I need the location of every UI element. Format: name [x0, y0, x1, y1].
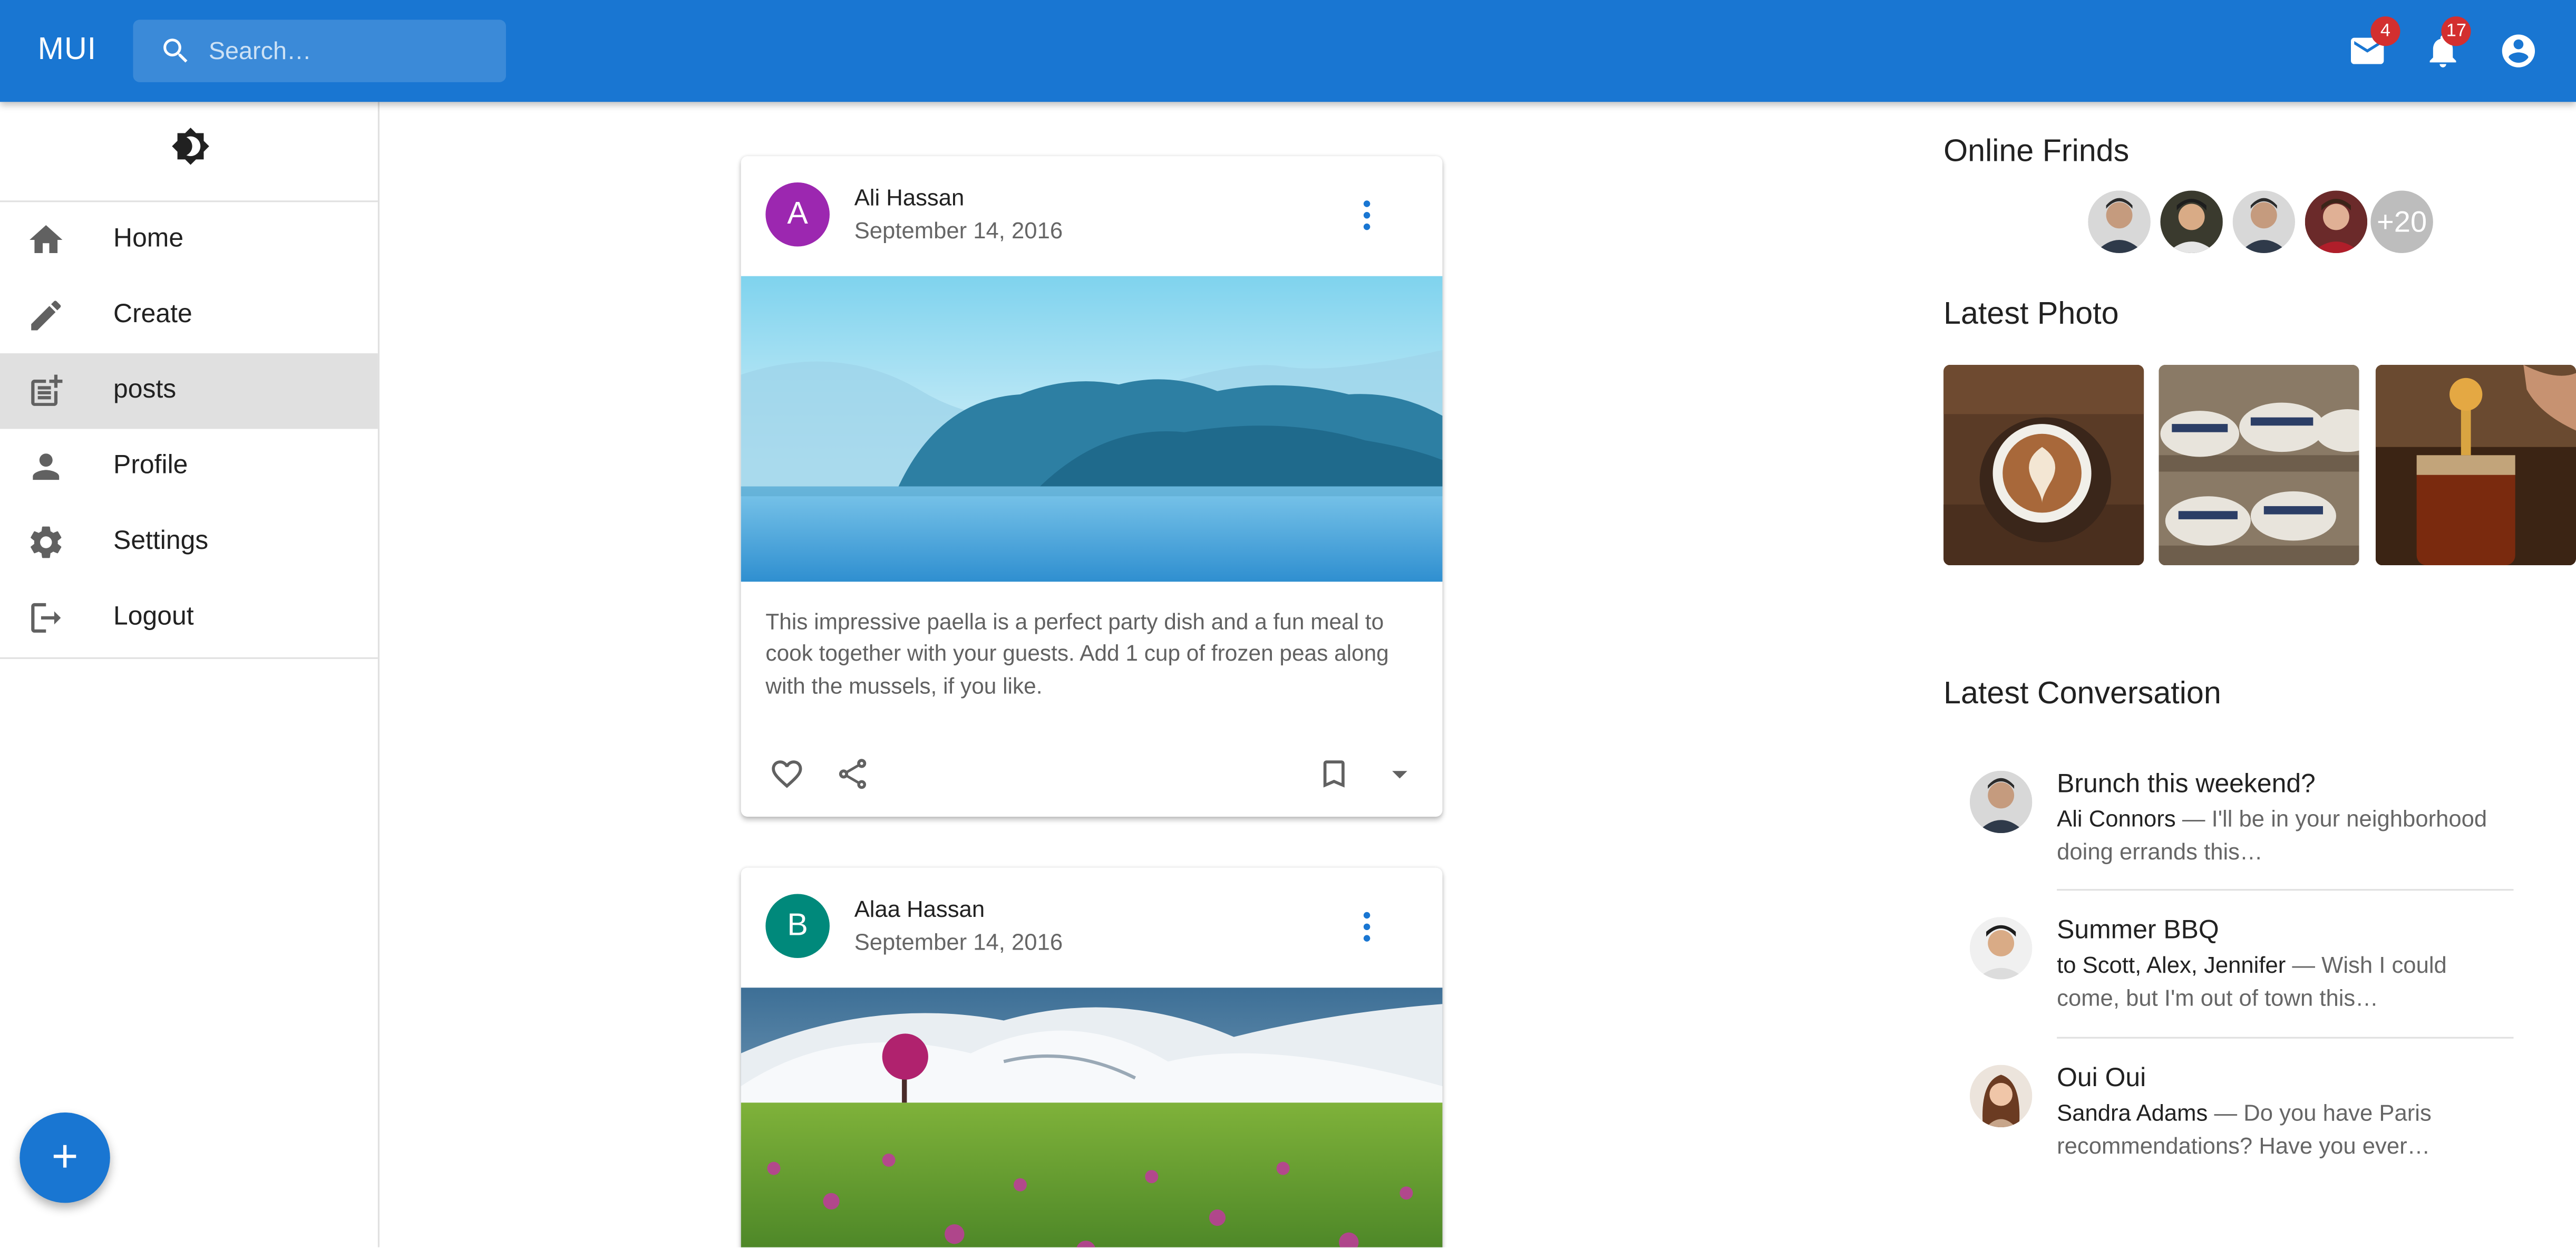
home-icon [30, 225, 63, 253]
author-avatar: A [765, 182, 830, 247]
conversation-divider [2057, 889, 2514, 891]
friend-avatar[interactable] [2157, 187, 2227, 257]
conversation-sender: Ali Connors [2057, 805, 2176, 832]
person-photo-icon [2160, 190, 2223, 253]
conversation-avatar [1969, 917, 2033, 980]
sidebar-item-label: Create [113, 301, 192, 329]
latest-photo-hats[interactable] [2159, 364, 2359, 566]
mail-button[interactable]: 4 [2348, 16, 2400, 71]
more-vert-icon[interactable] [1355, 197, 1382, 234]
sidebar-item-logout[interactable]: Logout [0, 580, 378, 655]
latest-conversation-title: Latest Conversation [1943, 677, 2221, 712]
sidebar-item-label: Home [113, 225, 184, 253]
sidebar-item-label: Settings [113, 527, 209, 556]
person-photo-icon [1969, 917, 2033, 980]
conversation-preview: Sandra Adams — Do you have Paris recomme… [2057, 1098, 2501, 1162]
more-vert-icon[interactable] [1355, 909, 1382, 945]
post-author: Alaa Hassan [854, 895, 985, 922]
sidebar: Home Create posts Profile Settings Logou… [0, 102, 380, 1247]
author-avatar: B [765, 894, 830, 959]
post-card: A Ali Hassan September 14, 2016 This imp… [741, 156, 1443, 817]
post-date: September 14, 2016 [854, 217, 1063, 244]
conversation-title[interactable]: Oui Oui [2057, 1065, 2146, 1095]
share-icon[interactable] [834, 756, 871, 792]
person-photo-icon [2305, 190, 2368, 253]
add-post-fab[interactable]: + [20, 1112, 110, 1203]
more-friends-count[interactable]: +20 [2367, 187, 2437, 257]
conversation-preview: to Scott, Alex, Jennifer — Wish I could … [2057, 950, 2501, 1014]
latest-photo-honey[interactable] [2375, 364, 2576, 566]
sidebar-item-label: Logout [113, 603, 194, 631]
latest-photo-title: Latest Photo [1943, 297, 2119, 332]
conversation-avatar [1969, 770, 2033, 834]
theme-toggle-row [0, 102, 378, 202]
brand-logo[interactable]: MUI [38, 0, 96, 102]
sidebar-item-settings[interactable]: Settings [0, 505, 378, 580]
post-add-icon [31, 374, 63, 406]
brightness-toggle-icon[interactable] [171, 127, 210, 166]
search-box[interactable] [133, 20, 506, 82]
pencil-icon [31, 301, 61, 331]
sidebar-item-label: posts [113, 376, 177, 404]
gear-icon [31, 526, 62, 558]
notifications-badge: 17 [2441, 16, 2472, 46]
post-text: This impressive paella is a perfect part… [765, 610, 1389, 698]
post-image-mountain [741, 988, 1443, 1247]
sidebar-item-profile[interactable]: Profile [0, 429, 378, 504]
post-author: Ali Hassan [854, 184, 965, 210]
search-input[interactable] [208, 20, 488, 82]
friend-avatar[interactable] [2085, 187, 2154, 257]
conversation-avatar [1969, 1065, 2033, 1128]
conversation-sender: Sandra Adams [2057, 1099, 2208, 1126]
account-button[interactable] [2499, 31, 2539, 71]
app-bar: MUI 4 17 [0, 0, 2576, 102]
conversation-sender: to Scott, Alex, Jennifer [2057, 951, 2286, 978]
conversation-preview: Ali Connors — I'll be in your neighborho… [2057, 804, 2501, 868]
friend-avatar[interactable] [2229, 187, 2299, 257]
post-image-lake [741, 276, 1443, 582]
coffee-photo [1943, 364, 2144, 566]
friend-avatar[interactable] [2301, 187, 2371, 257]
hats-photo [2159, 364, 2359, 566]
sidebar-item-home[interactable]: Home [0, 202, 378, 277]
notifications-button[interactable]: 17 [2423, 16, 2472, 71]
person-photo-icon [2088, 190, 2151, 253]
post-card: B Alaa Hassan September 14, 2016 [741, 867, 1443, 1247]
search-icon [163, 38, 188, 63]
account-circle-icon [2502, 34, 2535, 67]
honey-photo [2375, 364, 2576, 566]
sidebar-item-label: Profile [113, 452, 188, 480]
logout-icon [31, 603, 61, 633]
plus-icon: + [51, 1130, 79, 1182]
conversation-title[interactable]: Brunch this weekend? [2057, 771, 2316, 800]
post-date: September 14, 2016 [854, 928, 1063, 955]
sidebar-divider [0, 657, 378, 659]
latest-photo-coffee[interactable] [1943, 364, 2144, 566]
online-friends-title: Online Frinds [1943, 134, 2130, 170]
sidebar-item-create[interactable]: Create [0, 278, 378, 353]
favorite-icon[interactable] [769, 756, 805, 792]
person-photo-icon [1969, 770, 2033, 834]
expand-icon[interactable] [1382, 756, 1418, 792]
conversation-title[interactable]: Summer BBQ [2057, 917, 2219, 946]
person-photo-icon [2232, 190, 2296, 253]
person-icon [33, 453, 60, 480]
sidebar-item-posts[interactable]: posts [0, 353, 378, 429]
person-photo-icon [1969, 1065, 2033, 1128]
bookmark-icon[interactable] [1316, 756, 1352, 792]
conversation-divider [2057, 1037, 2514, 1039]
mail-badge: 4 [2370, 16, 2400, 46]
